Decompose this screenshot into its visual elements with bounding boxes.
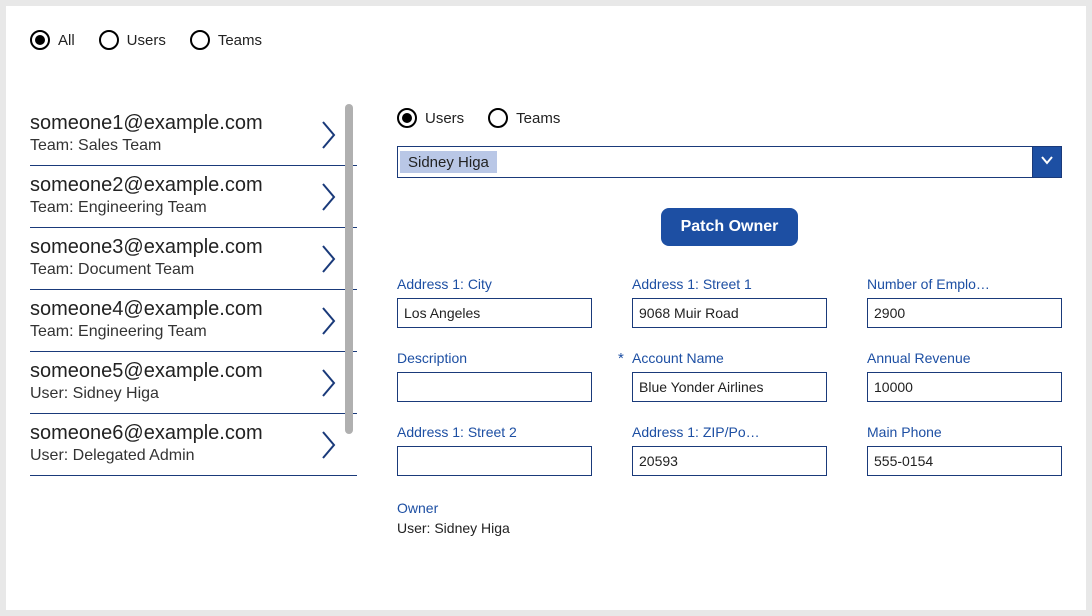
radio-dot-icon	[30, 30, 50, 50]
chevron-down-icon	[1040, 153, 1054, 172]
list-item[interactable]: someone4@example.com Team: Engineering Te…	[30, 290, 357, 352]
chevron-right-icon	[321, 182, 337, 212]
zip-input[interactable]	[632, 446, 827, 476]
field-label: Address 1: Street 1	[632, 276, 827, 292]
description-input[interactable]	[397, 372, 592, 402]
scrollbar[interactable]	[345, 104, 353, 434]
radio-all[interactable]: All	[30, 30, 75, 50]
list-item-sub: Team: Engineering Team	[30, 199, 317, 217]
chevron-right-icon	[321, 120, 337, 150]
owner-label: Owner	[397, 500, 1062, 516]
detail-pane: Users Teams Sidney Higa Patch Own	[357, 104, 1086, 594]
radio-label: Teams	[516, 110, 560, 127]
field-label: Description	[397, 350, 592, 366]
list-item-title: someone3@example.com	[30, 236, 317, 259]
detail-radio-group: Users Teams	[397, 108, 1062, 128]
radio-label: All	[58, 32, 75, 49]
chevron-right-icon	[321, 244, 337, 274]
list-item[interactable]: someone1@example.com Team: Sales Team	[30, 104, 357, 166]
app-frame: All Users Teams someone1@example.com Team…	[6, 6, 1086, 610]
field-label: Address 1: City	[397, 276, 592, 292]
list-item[interactable]: someone2@example.com Team: Engineering Te…	[30, 166, 357, 228]
list-item-title: someone2@example.com	[30, 174, 317, 197]
radio-circle-icon	[190, 30, 210, 50]
owner-value: User: Sidney Higa	[397, 520, 1062, 536]
owner-select-value: Sidney Higa	[400, 151, 497, 173]
field-description: Description	[397, 350, 592, 402]
list-pane: someone1@example.comTeam: Sales Teamsome…	[6, 104, 357, 594]
radio-circle-icon	[488, 108, 508, 128]
field-employees: Number of Emplo…	[867, 276, 1062, 328]
main-content: someone1@example.comTeam: Sales Teamsome…	[6, 104, 1086, 594]
list-item-sub: Team: Engineering Team	[30, 323, 317, 341]
field-revenue: Annual Revenue	[867, 350, 1062, 402]
field-zip: Address 1: ZIP/Po…	[632, 424, 827, 476]
radio-label: Users	[127, 32, 166, 49]
radio-circle-icon	[99, 30, 119, 50]
field-label: Address 1: ZIP/Po…	[632, 424, 827, 440]
list-item[interactable]: someone6@example.com User: Delegated Admi…	[30, 414, 357, 476]
city-input[interactable]	[397, 298, 592, 328]
top-radio-group: All Users Teams	[6, 6, 1086, 50]
field-street2: Address 1: Street 2	[397, 424, 592, 476]
field-label: Account Name	[632, 350, 827, 366]
fields-grid: Address 1: City Address 1: Street 1 Numb…	[397, 276, 1062, 476]
field-street1: Address 1: Street 1	[632, 276, 827, 328]
list-item[interactable]: someone3@example.com Team: Document Team	[30, 228, 357, 290]
chevron-right-icon	[321, 306, 337, 336]
field-label: Address 1: Street 2	[397, 424, 592, 440]
radio-users-detail[interactable]: Users	[397, 108, 464, 128]
list-item-sub: User: Delegated Admin	[30, 447, 317, 465]
patch-button-row: Patch Owner	[397, 208, 1062, 246]
list-item-sub: User: Sidney Higa	[30, 385, 317, 403]
list-item-sub: Team: Document Team	[30, 261, 317, 279]
field-label: Annual Revenue	[867, 350, 1062, 366]
radio-teams[interactable]: Teams	[190, 30, 262, 50]
radio-teams-detail[interactable]: Teams	[488, 108, 560, 128]
field-account: * Account Name	[632, 350, 827, 402]
field-phone: Main Phone	[867, 424, 1062, 476]
street1-input[interactable]	[632, 298, 827, 328]
account-input[interactable]	[632, 372, 827, 402]
owner-select[interactable]: Sidney Higa	[397, 146, 1033, 178]
chevron-right-icon	[321, 368, 337, 398]
list-item-sub: Team: Sales Team	[30, 137, 317, 155]
required-star-icon: *	[618, 350, 624, 367]
phone-input[interactable]	[867, 446, 1062, 476]
radio-label: Teams	[218, 32, 262, 49]
list-item-title: someone1@example.com	[30, 112, 317, 135]
field-city: Address 1: City	[397, 276, 592, 328]
field-label: Main Phone	[867, 424, 1062, 440]
owner-select-button[interactable]	[1032, 146, 1062, 178]
employees-input[interactable]	[867, 298, 1062, 328]
radio-label: Users	[425, 110, 464, 127]
list-item-title: someone4@example.com	[30, 298, 317, 321]
field-label: Number of Emplo…	[867, 276, 1062, 292]
street2-input[interactable]	[397, 446, 592, 476]
list-item[interactable]: someone5@example.com User: Sidney Higa	[30, 352, 357, 414]
owner-block: Owner User: Sidney Higa	[397, 500, 1062, 536]
radio-users[interactable]: Users	[99, 30, 166, 50]
radio-dot-icon	[397, 108, 417, 128]
list-item-title: someone5@example.com	[30, 360, 317, 383]
chevron-right-icon	[321, 430, 337, 460]
owner-select-row: Sidney Higa	[397, 146, 1062, 178]
patch-owner-button[interactable]: Patch Owner	[661, 208, 799, 246]
revenue-input[interactable]	[867, 372, 1062, 402]
list-item-title: someone6@example.com	[30, 422, 317, 445]
